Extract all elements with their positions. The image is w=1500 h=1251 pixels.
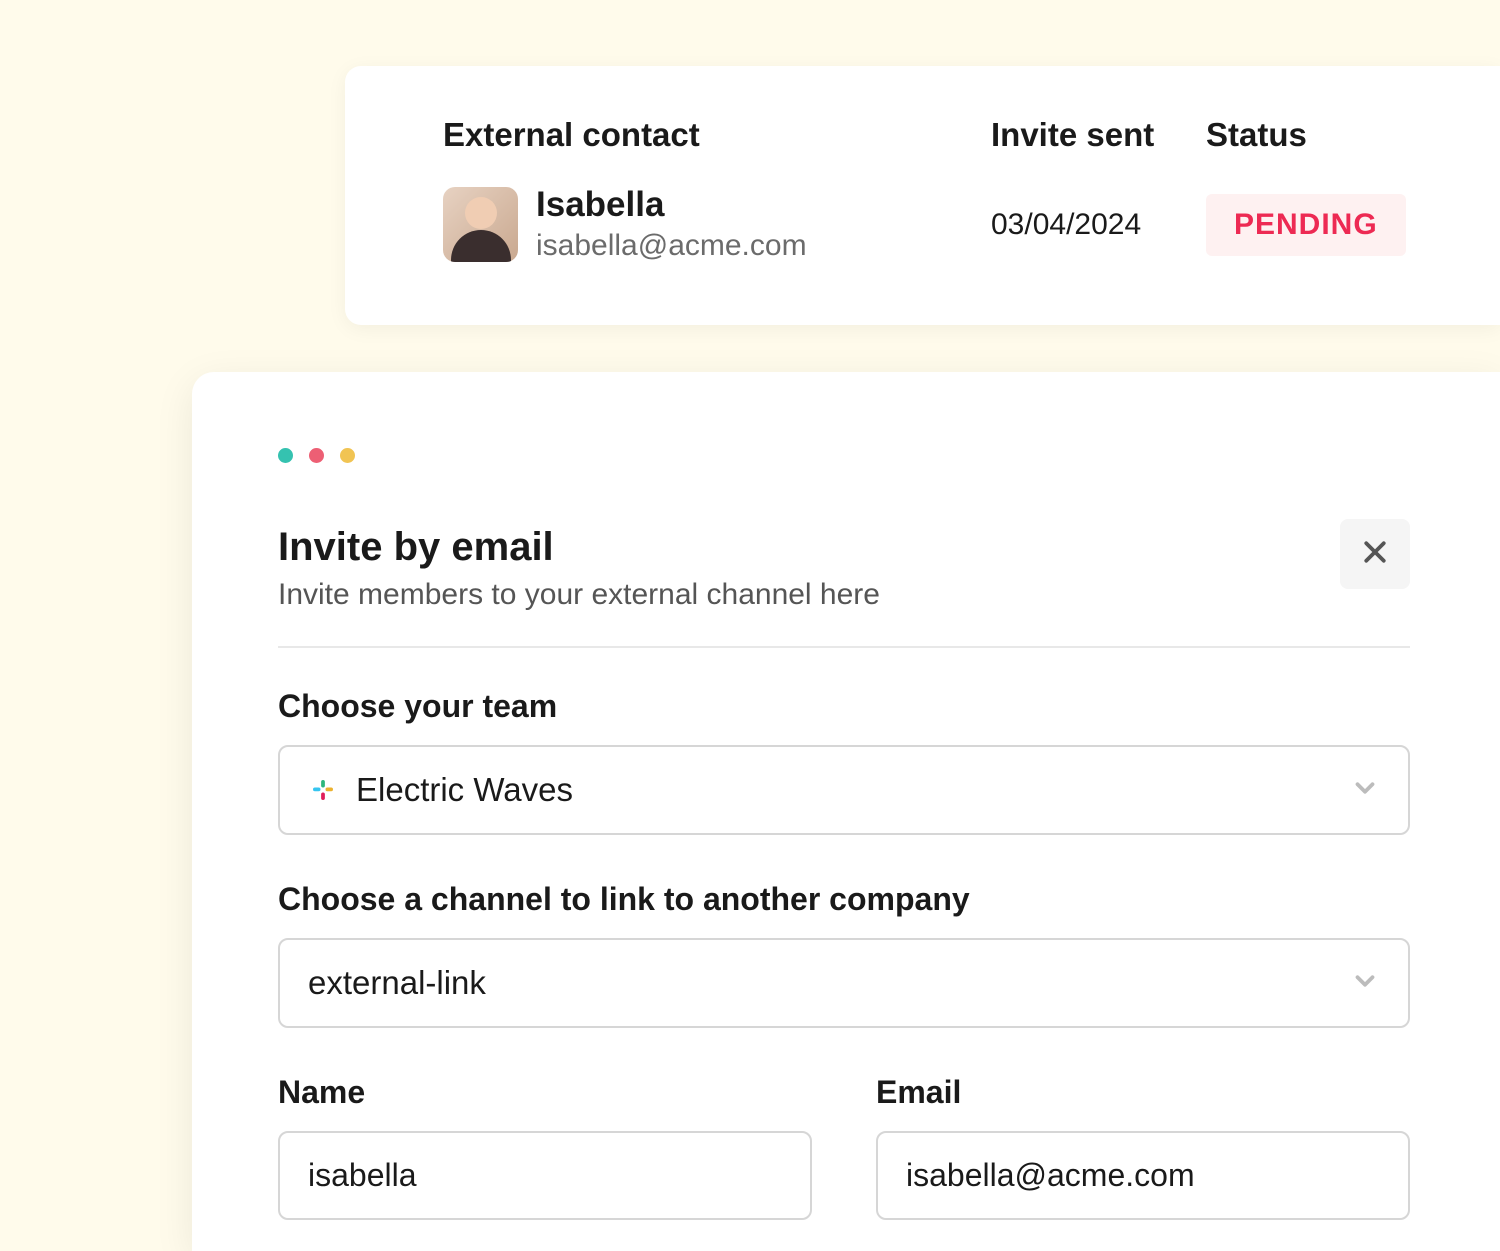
invite-sent-cell: 03/04/2024 xyxy=(991,208,1206,242)
invite-modal: Invite by email Invite members to your e… xyxy=(192,372,1500,1251)
window-dot-green-icon xyxy=(278,448,293,463)
header-invite-sent: Invite sent xyxy=(991,116,1206,154)
team-select[interactable]: Electric Waves xyxy=(278,745,1410,835)
header-status: Status xyxy=(1206,116,1307,154)
status-badge: PENDING xyxy=(1206,194,1406,256)
chevron-down-icon xyxy=(1350,966,1380,1001)
table-header: External contact Invite sent Status xyxy=(443,116,1410,154)
contact-name: Isabella xyxy=(536,184,807,226)
close-button[interactable] xyxy=(1340,519,1410,589)
email-field[interactable] xyxy=(876,1131,1410,1220)
slack-icon xyxy=(308,775,338,805)
traffic-lights xyxy=(278,448,1410,463)
external-contact-card: External contact Invite sent Status Isab… xyxy=(345,66,1500,325)
modal-header: Invite by email Invite members to your e… xyxy=(278,525,1410,648)
modal-subtitle: Invite members to your external channel … xyxy=(278,578,880,612)
chevron-down-icon xyxy=(1350,773,1380,808)
email-label: Email xyxy=(876,1074,1410,1111)
channel-label: Choose a channel to link to another comp… xyxy=(278,881,1410,918)
team-value: Electric Waves xyxy=(356,771,573,809)
modal-title: Invite by email xyxy=(278,525,880,570)
channel-value: external-link xyxy=(308,964,486,1002)
channel-select[interactable]: external-link xyxy=(278,938,1410,1028)
close-icon xyxy=(1360,537,1390,572)
contact-cell: Isabella isabella@acme.com xyxy=(443,184,991,265)
name-input[interactable] xyxy=(278,1131,812,1220)
status-cell: PENDING xyxy=(1206,194,1406,256)
window-dot-pink-icon xyxy=(309,448,324,463)
name-label: Name xyxy=(278,1074,812,1111)
avatar xyxy=(443,187,518,262)
header-external-contact: External contact xyxy=(443,116,991,154)
table-row: Isabella isabella@acme.com 03/04/2024 PE… xyxy=(443,184,1410,265)
team-label: Choose your team xyxy=(278,688,1410,725)
contact-email: isabella@acme.com xyxy=(536,226,807,265)
window-dot-yellow-icon xyxy=(340,448,355,463)
